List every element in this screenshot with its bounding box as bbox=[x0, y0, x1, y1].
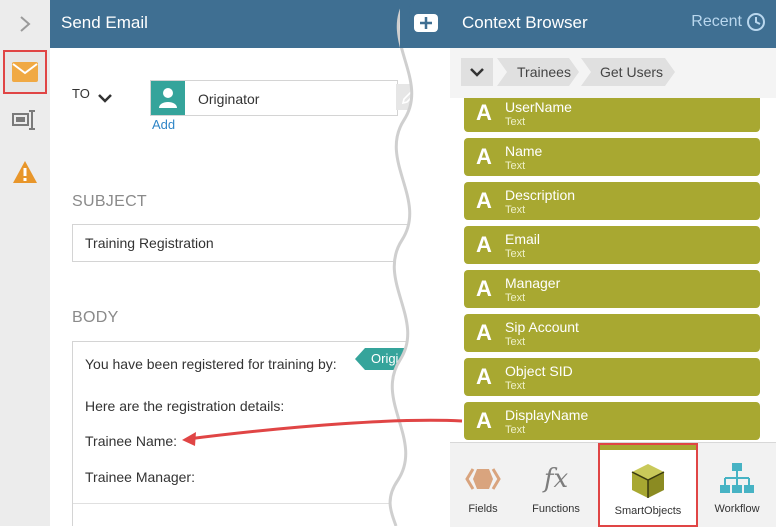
context-field-list: A UserName Text A Name Text A Descriptio… bbox=[450, 98, 776, 442]
field-name: Description bbox=[505, 187, 576, 203]
field-item[interactable]: A Email Text bbox=[464, 226, 760, 264]
warning-tool-button[interactable] bbox=[3, 150, 47, 194]
breadcrumb: Trainees Get Users bbox=[450, 48, 776, 99]
field-name: Manager bbox=[505, 275, 561, 291]
send-email-tool-button[interactable] bbox=[3, 50, 47, 94]
add-context-button[interactable] bbox=[400, 0, 450, 48]
screen-icon bbox=[12, 110, 35, 130]
field-name: Email bbox=[505, 231, 541, 247]
field-type: Text bbox=[505, 424, 526, 436]
field-item[interactable]: A Description Text bbox=[464, 182, 760, 220]
field-type: Text bbox=[505, 116, 526, 128]
body-line: Here are the registration details: bbox=[85, 398, 285, 414]
body-line: Trainee Manager: bbox=[85, 469, 195, 485]
tab-smartobjects[interactable]: SmartObjects bbox=[598, 443, 698, 527]
screen-tool-button[interactable] bbox=[3, 98, 47, 142]
field-type: Text bbox=[505, 336, 526, 348]
field-item[interactable]: A Name Text bbox=[464, 138, 760, 176]
text-type-icon: A bbox=[476, 188, 492, 213]
to-label: TO bbox=[72, 86, 90, 101]
to-recipient-field[interactable]: Originator bbox=[150, 80, 398, 116]
field-type: Text bbox=[505, 292, 526, 304]
tab-label: Workflow bbox=[714, 503, 760, 515]
chevron-down-icon bbox=[98, 94, 112, 103]
field-name: Sip Account bbox=[505, 319, 579, 335]
field-name: UserName bbox=[505, 99, 572, 115]
text-type-icon: A bbox=[476, 144, 492, 169]
warning-icon bbox=[13, 161, 37, 183]
field-type: Text bbox=[505, 380, 526, 392]
cube-icon bbox=[631, 464, 665, 498]
field-type: Text bbox=[505, 160, 526, 172]
field-item[interactable]: A Manager Text bbox=[464, 270, 760, 308]
field-name: Object SID bbox=[505, 363, 573, 379]
text-type-icon: A bbox=[476, 364, 492, 389]
subject-value: Training Registration bbox=[85, 235, 214, 251]
tab-label: SmartObjects bbox=[614, 505, 682, 517]
field-item[interactable]: A DisplayName Text bbox=[464, 402, 760, 440]
recent-link[interactable]: Recent bbox=[691, 13, 742, 31]
text-type-icon: A bbox=[476, 100, 492, 125]
to-dropdown-toggle[interactable] bbox=[97, 90, 113, 108]
clock-icon[interactable] bbox=[746, 12, 766, 37]
field-name: DisplayName bbox=[505, 407, 589, 423]
field-item[interactable]: A UserName Text bbox=[464, 98, 760, 132]
selected-tab-indicator bbox=[600, 445, 696, 450]
tab-fields[interactable]: Fields bbox=[450, 443, 516, 527]
envelope-icon bbox=[12, 62, 38, 82]
chevron-down-icon bbox=[470, 68, 484, 77]
breadcrumb-toggle[interactable] bbox=[461, 58, 493, 86]
person-icon bbox=[151, 81, 185, 115]
workflow-icon bbox=[720, 463, 754, 493]
text-type-icon: A bbox=[476, 320, 492, 345]
fields-icon bbox=[465, 468, 501, 490]
breadcrumb-item[interactable]: Trainees bbox=[497, 58, 579, 86]
expand-button[interactable] bbox=[0, 0, 50, 48]
context-browser-title: Context Browser bbox=[462, 13, 588, 32]
body-line: You have been registered for training by… bbox=[85, 356, 337, 372]
tab-workflow[interactable]: Workflow bbox=[704, 443, 770, 527]
body-line: Trainee Name: bbox=[85, 433, 178, 449]
add-recipient-link[interactable]: Add bbox=[152, 117, 175, 132]
context-browser-header: Context Browser Recent bbox=[450, 0, 776, 48]
panel-divider bbox=[388, 0, 440, 526]
tab-label: Fields bbox=[468, 503, 498, 515]
subject-label: SUBJECT bbox=[72, 193, 147, 210]
text-type-icon: A bbox=[476, 408, 492, 433]
chevron-right-icon bbox=[20, 16, 31, 32]
field-type: Text bbox=[505, 204, 526, 216]
tab-label: Functions bbox=[532, 503, 580, 515]
field-item[interactable]: A Object SID Text bbox=[464, 358, 760, 396]
field-name: Name bbox=[505, 143, 543, 159]
left-rail bbox=[0, 0, 51, 526]
to-recipient-value: Originator bbox=[198, 91, 260, 107]
field-item[interactable]: A Sip Account Text bbox=[464, 314, 760, 352]
field-type: Text bbox=[505, 248, 526, 260]
tab-functions[interactable]: fx Functions bbox=[522, 443, 590, 527]
context-browser-tabs: Fields fx Functions SmartObjects Workflo… bbox=[450, 442, 776, 527]
fx-icon: fx bbox=[543, 464, 569, 494]
text-type-icon: A bbox=[476, 276, 492, 301]
body-label: BODY bbox=[72, 309, 119, 326]
panel-title: Send Email bbox=[61, 13, 148, 32]
breadcrumb-item[interactable]: Get Users bbox=[581, 58, 675, 86]
text-type-icon: A bbox=[476, 232, 492, 257]
